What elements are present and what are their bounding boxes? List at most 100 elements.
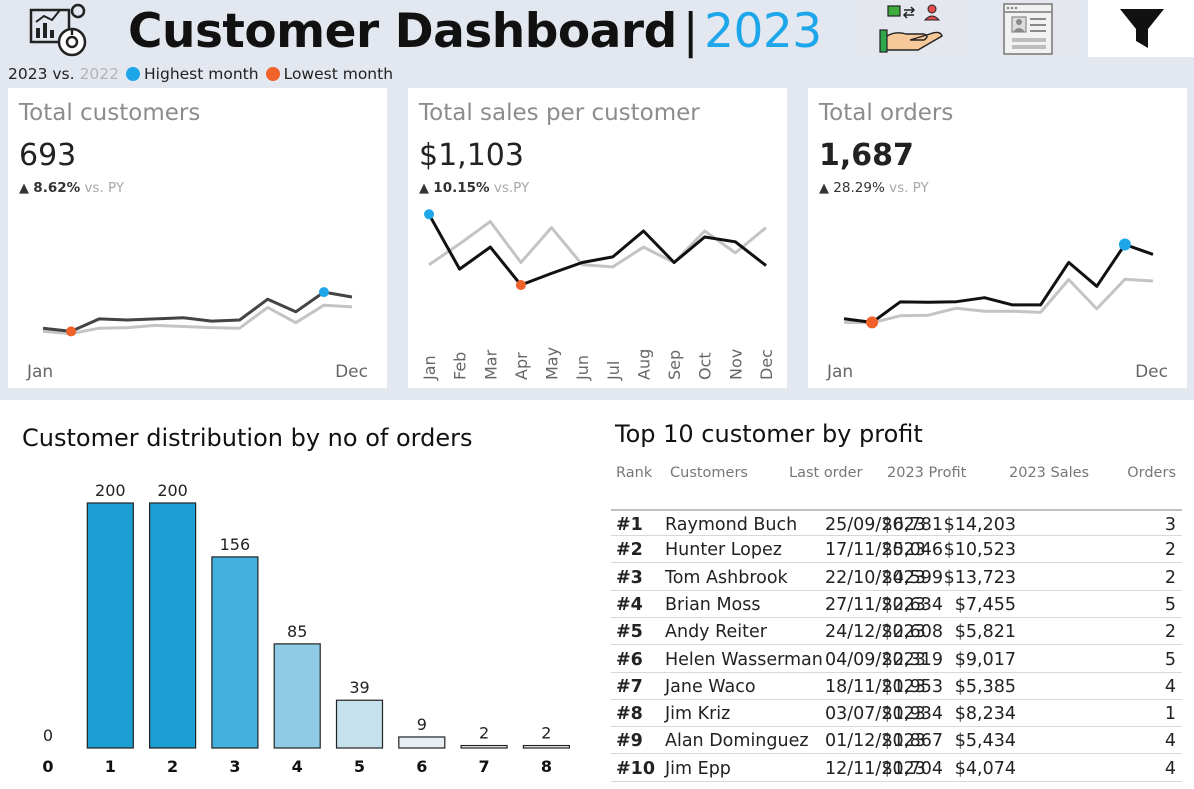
customer-details-button[interactable] [1000, 0, 1080, 57]
x-axis-end-label: Dec [335, 362, 368, 382]
profit-cell: $1,704 [881, 758, 943, 779]
highest-month-marker[interactable] [424, 209, 434, 220]
highest-month-marker[interactable] [318, 287, 329, 298]
kpi-change-vs: vs.PY [493, 180, 530, 196]
kpi-change-value: 8.62% [33, 180, 81, 196]
highest-month-marker[interactable] [1118, 238, 1131, 251]
orders-cell: 3 [1164, 515, 1176, 535]
series-line-2023 [42, 290, 353, 333]
bar[interactable] [335, 699, 384, 749]
lowest-month-marker[interactable] [515, 280, 526, 291]
rank-cell: #1 [616, 515, 643, 535]
rank-cell: #5 [616, 622, 643, 643]
up-arrow-icon: ▲ [819, 181, 829, 196]
x-axis-end-label: Dec [1135, 362, 1168, 382]
x-tick-label: 7 [479, 757, 490, 776]
table-row[interactable]: #10 Jim Epp 12/11/2023 $1,704 $4,074 4 [611, 755, 1182, 782]
x-tick-label: Feb [451, 352, 470, 380]
bar-chart-title: Customer distribution by no of orders [22, 424, 473, 452]
customer-name-cell: Brian Moss [665, 594, 761, 615]
bar[interactable] [149, 502, 197, 749]
kpi-card-sales-per-customer: Jan Feb Mar Apr May Jun Jul Aug Sep Oct Nov Dec Tot… [408, 88, 787, 388]
x-tick-label: 1 [105, 757, 116, 776]
orders-distribution-bar-chart: 0 0 200 1 200 2 156 3 85 4 39 5 9 6 2 7 2 8 [42, 481, 571, 776]
kpi-label: Total customers [19, 100, 201, 126]
profit-cell: $1,867 [881, 731, 943, 752]
bar[interactable] [460, 744, 508, 749]
table-row[interactable]: #2 Hunter Lopez 17/11/2023 $5,046 $10,523 2 [611, 536, 1182, 564]
x-tick-label: 8 [541, 757, 552, 776]
sales-cell: $9,017 [954, 649, 1016, 670]
lowest-month-marker[interactable] [66, 326, 77, 337]
title-separator: | [682, 4, 699, 59]
kpi-card-total-customers: Jan Dec Total customers 693 ▲ 8.62% vs. P… [8, 88, 387, 388]
bar[interactable] [86, 502, 134, 749]
table-row[interactable]: #8 Jim Kriz 03/07/2023 $1,934 $8,234 1 [611, 700, 1182, 728]
x-tick-label: May [543, 347, 562, 380]
kpi-label: Total orders [819, 100, 954, 126]
up-arrow-icon: ▲ [19, 181, 29, 196]
x-tick-label: 3 [229, 757, 240, 776]
table-row[interactable]: #4 Brian Moss 27/11/2023 $2,634 $7,455 5 [611, 591, 1182, 618]
sales-cell: $5,385 [954, 676, 1016, 697]
orders-cell: 2 [1164, 540, 1176, 561]
x-tick-label: Mar [481, 349, 500, 380]
x-tick-label: Oct [696, 352, 715, 380]
kpi-change-value: 10.15% [433, 180, 490, 196]
table-row[interactable]: #9 Alan Dominguez 01/12/2023 $1,867 $5,434 4 [611, 727, 1182, 755]
legend-prior-year: 2022 [79, 65, 120, 83]
orders-cell: 5 [1164, 594, 1176, 615]
x-tick-label: 2 [167, 757, 178, 776]
highest-month-dot [126, 67, 141, 81]
rank-cell: #9 [616, 731, 643, 752]
bar-data-label: 39 [349, 678, 369, 697]
legend-current-year: 2023 vs. [8, 65, 75, 83]
customer-name-cell: Andy Reiter [665, 622, 767, 643]
document-view-icon [1003, 3, 1053, 55]
total-orders-sparkline: Jan Dec [826, 238, 1168, 382]
sales-per-customer-sparkline: Jan Feb Mar Apr May Jun Jul Aug Sep Oct Nov Dec [420, 209, 776, 381]
table-row[interactable]: #6 Helen Wasserman 04/09/2023 $2,319 $9,017 5 [611, 646, 1182, 673]
profit-cell: $1,953 [881, 676, 943, 697]
bar[interactable] [398, 736, 446, 749]
bar[interactable] [522, 744, 571, 749]
bar-data-label: 0 [43, 726, 53, 745]
legend: 2023 vs. 2022 Highest month Lowest month [8, 65, 393, 83]
customer-name-cell: Tom Ashbrook [665, 567, 788, 588]
column-header-profit[interactable]: 2023 Profit [887, 465, 966, 481]
kpi-change: ▲ 10.15% vs.PY [419, 180, 529, 196]
legend-highest-label: Highest month [144, 65, 259, 83]
x-tick-label: 4 [292, 757, 303, 776]
column-header-rank[interactable]: Rank [616, 465, 652, 481]
filter-button[interactable] [1088, 0, 1194, 57]
table-row[interactable]: #3 Tom Ashbrook 22/10/2023 $4,599 $13,723 2 [611, 564, 1182, 591]
rank-cell: #4 [616, 594, 643, 615]
x-tick-label: 0 [42, 757, 53, 776]
orders-cell: 1 [1164, 704, 1176, 725]
bar[interactable] [211, 556, 259, 749]
kpi-change: ▲ 28.29% vs. PY [819, 180, 929, 196]
kpi-value: 1,687 [819, 138, 914, 173]
rank-cell: #3 [616, 567, 643, 588]
table-row[interactable]: #1 Raymond Buch 25/09/2023 $6,781 $14,203 3 [611, 509, 1182, 536]
orders-cell: 4 [1164, 758, 1176, 779]
profit-cell: $6,781 [881, 515, 943, 535]
column-header-sales[interactable]: 2023 Sales [1009, 465, 1089, 481]
customer-name-cell: Jane Waco [665, 676, 756, 697]
column-header-customers[interactable]: Customers [670, 465, 748, 481]
bar[interactable] [273, 643, 321, 749]
column-header-last-order[interactable]: Last order [789, 465, 862, 481]
customer-exchange-button[interactable] [860, 0, 964, 57]
customer-exchange-icon [879, 4, 943, 53]
profit-cell: $2,634 [881, 594, 943, 615]
x-tick-label: Aug [634, 349, 653, 380]
customer-name-cell: Helen Wasserman [665, 649, 823, 670]
customer-name-cell: Jim Epp [665, 758, 731, 779]
orders-cell: 4 [1164, 731, 1176, 752]
rank-cell: #6 [616, 649, 643, 670]
x-tick-label: Jul [604, 361, 623, 381]
table-row[interactable]: #7 Jane Waco 18/11/2023 $1,953 $5,385 4 [611, 673, 1182, 700]
lowest-month-marker[interactable] [866, 316, 879, 329]
table-row[interactable]: #5 Andy Reiter 24/12/2023 $2,608 $5,821 2 [611, 618, 1182, 646]
column-header-orders[interactable]: Orders [1127, 465, 1176, 481]
